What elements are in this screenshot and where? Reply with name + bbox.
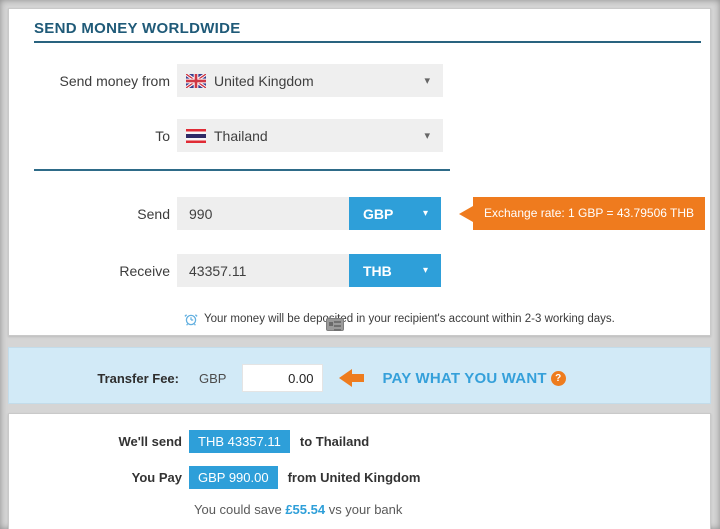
exchange-rate-tooltip: Exchange rate: 1 GBP = 43.79506 THB xyxy=(459,197,705,230)
page-title: SEND MONEY WORLDWIDE xyxy=(34,20,241,37)
mouse-cursor-artifact xyxy=(326,318,344,331)
to-country-value: Thailand xyxy=(214,128,268,144)
chevron-down-icon: ▾ xyxy=(424,74,430,87)
send-amount-input[interactable] xyxy=(177,197,349,230)
pay-what-you-want-label: PAY WHAT YOU WANT xyxy=(382,370,546,387)
well-send-label: We'll send xyxy=(9,434,182,449)
tooltip-arrow-icon xyxy=(459,206,473,222)
to-row: To Thailand ▾ xyxy=(9,119,443,152)
page-background: SEND MONEY WORLDWIDE Send money from Uni… xyxy=(0,0,720,529)
pay-amount-badge: GBP 990.00 xyxy=(189,466,278,489)
savings-line: You could save £55.54 vs your bank xyxy=(194,502,402,517)
transfer-fee-label: Transfer Fee: xyxy=(9,371,179,386)
you-pay-label: You Pay xyxy=(9,470,182,485)
uk-flag-icon xyxy=(186,74,206,88)
transfer-fee-row: Transfer Fee: GBP PAY WHAT YOU WANT ? xyxy=(9,364,710,392)
send-currency-code: GBP xyxy=(363,206,393,222)
savings-suffix: vs your bank xyxy=(325,502,402,517)
transfer-fee-input[interactable] xyxy=(242,364,323,392)
receive-currency-code: THB xyxy=(363,263,392,279)
chevron-down-icon: ▾ xyxy=(423,265,428,276)
from-label: Send money from xyxy=(9,73,177,89)
receive-currency-button[interactable]: THB ▾ xyxy=(349,254,441,287)
receive-label: Receive xyxy=(9,263,177,279)
send-row: Send GBP ▾ Exchange rate: 1 GBP = 43.795… xyxy=(9,197,441,230)
receive-row: Receive THB ▾ xyxy=(9,254,441,287)
savings-amount: £55.54 xyxy=(285,502,325,517)
from-row: Send money from United Kingdom ▾ xyxy=(9,64,443,97)
transfer-fee-currency: GBP xyxy=(199,371,226,386)
receive-amount-input[interactable] xyxy=(177,254,349,287)
chevron-down-icon: ▾ xyxy=(423,208,428,219)
you-pay-row: You Pay GBP 990.00 from United Kingdom xyxy=(9,466,710,489)
well-send-row: We'll send THB 43357.11 to Thailand xyxy=(9,430,710,453)
exchange-rate-text: Exchange rate: 1 GBP = 43.79506 THB xyxy=(473,197,705,230)
send-amount-badge: THB 43357.11 xyxy=(189,430,290,453)
summary-panel: We'll send THB 43357.11 to Thailand You … xyxy=(8,413,711,529)
to-country-dropdown[interactable]: Thailand ▾ xyxy=(177,119,443,152)
deposit-note: Your money will be deposited in your rec… xyxy=(184,312,615,326)
section-divider xyxy=(34,169,450,171)
deposit-note-text: Your money will be deposited in your rec… xyxy=(204,313,615,325)
to-label: To xyxy=(9,128,177,144)
send-money-panel: SEND MONEY WORLDWIDE Send money from Uni… xyxy=(8,8,711,336)
from-country-dropdown[interactable]: United Kingdom ▾ xyxy=(177,64,443,97)
send-currency-button[interactable]: GBP ▾ xyxy=(349,197,441,230)
send-label: Send xyxy=(9,206,177,222)
pay-origin-text: from United Kingdom xyxy=(288,470,421,485)
from-country-value: United Kingdom xyxy=(214,73,314,89)
left-arrow-icon xyxy=(339,369,364,387)
savings-prefix: You could save xyxy=(194,502,285,517)
send-destination-text: to Thailand xyxy=(300,434,369,449)
alarm-clock-icon xyxy=(184,312,198,326)
transfer-fee-band: Transfer Fee: GBP PAY WHAT YOU WANT ? xyxy=(8,347,711,404)
help-question-icon[interactable]: ? xyxy=(551,371,566,386)
chevron-down-icon: ▾ xyxy=(424,129,430,142)
thailand-flag-icon xyxy=(186,129,206,143)
title-divider xyxy=(34,41,701,43)
